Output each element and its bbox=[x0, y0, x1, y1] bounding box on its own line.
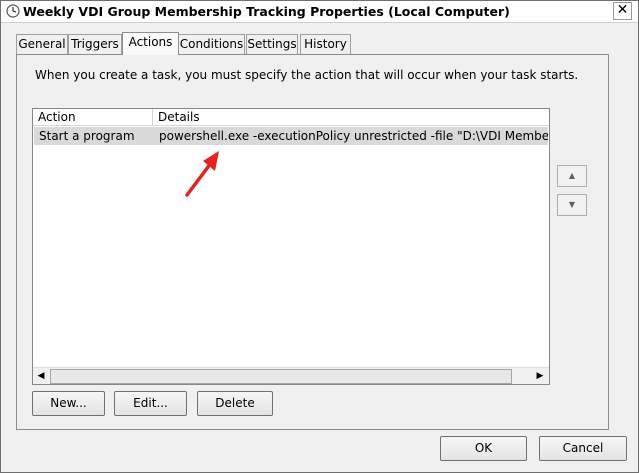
move-up-button[interactable]: ▲ bbox=[557, 165, 587, 187]
list-item[interactable]: Start a program powershell.exe -executio… bbox=[34, 127, 548, 145]
list-header: Action Details bbox=[33, 109, 549, 126]
tab-history[interactable]: History bbox=[300, 34, 351, 54]
window-title: Weekly VDI Group Membership Tracking Pro… bbox=[23, 4, 510, 19]
tab-settings[interactable]: Settings bbox=[246, 34, 298, 54]
column-header-details[interactable]: Details bbox=[153, 109, 548, 125]
intro-text: When you create a task, you must specify… bbox=[35, 68, 579, 82]
tab-general[interactable]: General bbox=[16, 34, 68, 54]
tab-actions[interactable]: Actions bbox=[122, 32, 179, 55]
annotation-arrow-icon bbox=[185, 151, 219, 197]
title-bar: Weekly VDI Group Membership Tracking Pro… bbox=[1, 1, 638, 23]
action-cell: Start a program bbox=[39, 129, 135, 143]
scroll-left-icon[interactable]: ◀ bbox=[34, 369, 48, 383]
task-properties-dialog: Weekly VDI Group Membership Tracking Pro… bbox=[0, 0, 639, 473]
ok-button[interactable]: OK bbox=[440, 436, 527, 461]
tab-conditions[interactable]: Conditions bbox=[178, 34, 245, 54]
move-down-button[interactable]: ▼ bbox=[557, 194, 587, 216]
cancel-button[interactable]: Cancel bbox=[539, 436, 627, 461]
new-button[interactable]: New... bbox=[32, 391, 105, 416]
tab-triggers[interactable]: Triggers bbox=[68, 34, 122, 54]
details-cell: powershell.exe -executionPolicy unrestri… bbox=[159, 129, 548, 143]
actions-tab-panel: When you create a task, you must specify… bbox=[16, 54, 609, 430]
column-header-action[interactable]: Action bbox=[33, 109, 153, 125]
edit-button[interactable]: Edit... bbox=[114, 391, 187, 416]
horizontal-scrollbar[interactable]: ◀ ▶ bbox=[33, 367, 549, 384]
close-button[interactable]: ✕ bbox=[613, 2, 632, 20]
scroll-right-icon[interactable]: ▶ bbox=[533, 369, 547, 383]
delete-button[interactable]: Delete bbox=[197, 391, 273, 416]
triangle-down-icon: ▼ bbox=[568, 200, 576, 209]
triangle-up-icon: ▲ bbox=[568, 171, 576, 180]
clock-icon bbox=[6, 4, 20, 18]
actions-list[interactable]: Action Details Start a program powershel… bbox=[32, 108, 550, 385]
scrollbar-thumb[interactable] bbox=[50, 369, 512, 384]
